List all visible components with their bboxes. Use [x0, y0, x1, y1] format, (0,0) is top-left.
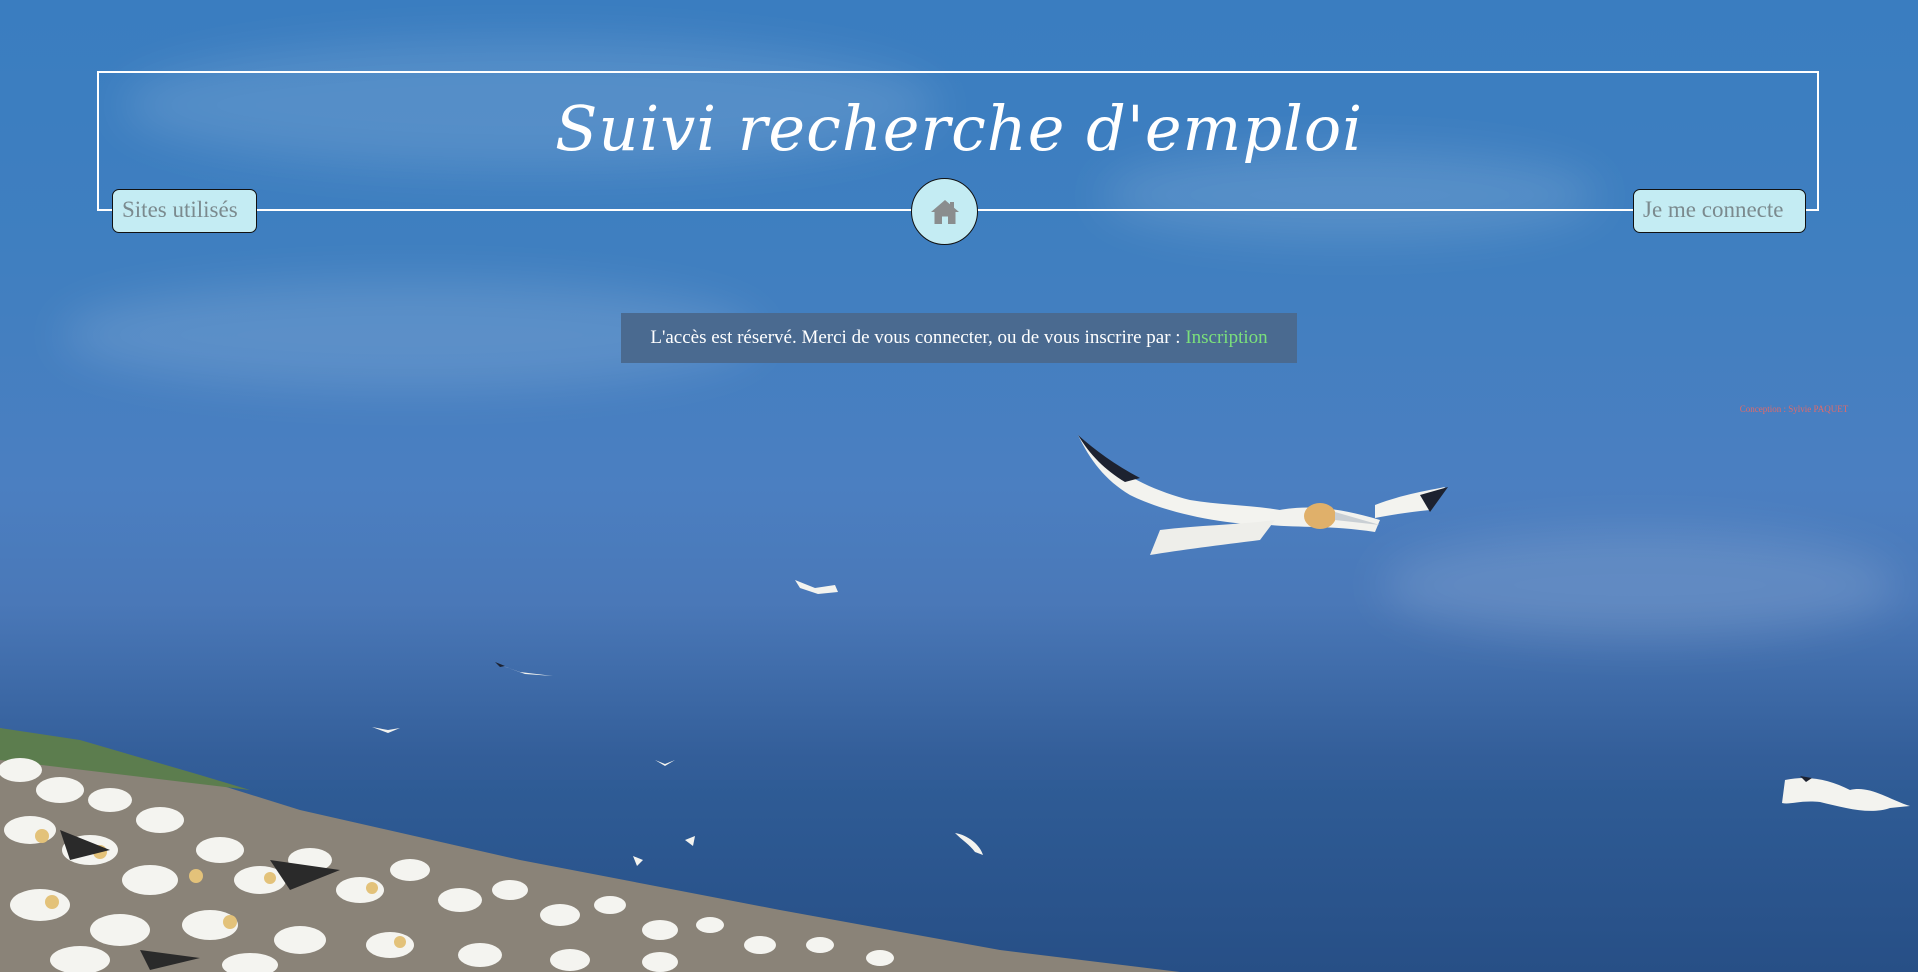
sites-utilises-button[interactable]: Sites utilisés [112, 189, 257, 233]
home-icon [930, 199, 960, 225]
access-notice-text: L'accès est réservé. Merci de vous conne… [650, 327, 1186, 348]
home-button[interactable] [911, 178, 978, 245]
inscription-link[interactable]: Inscription [1185, 327, 1267, 348]
page-title: Suivi recherche d'emploi [554, 92, 1364, 165]
access-notice: L'accès est réservé. Merci de vous conne… [621, 313, 1297, 363]
je-me-connecte-button[interactable]: Je me connecte [1633, 189, 1806, 233]
credit-text: Conception : Sylvie PAQUET [1739, 404, 1849, 414]
